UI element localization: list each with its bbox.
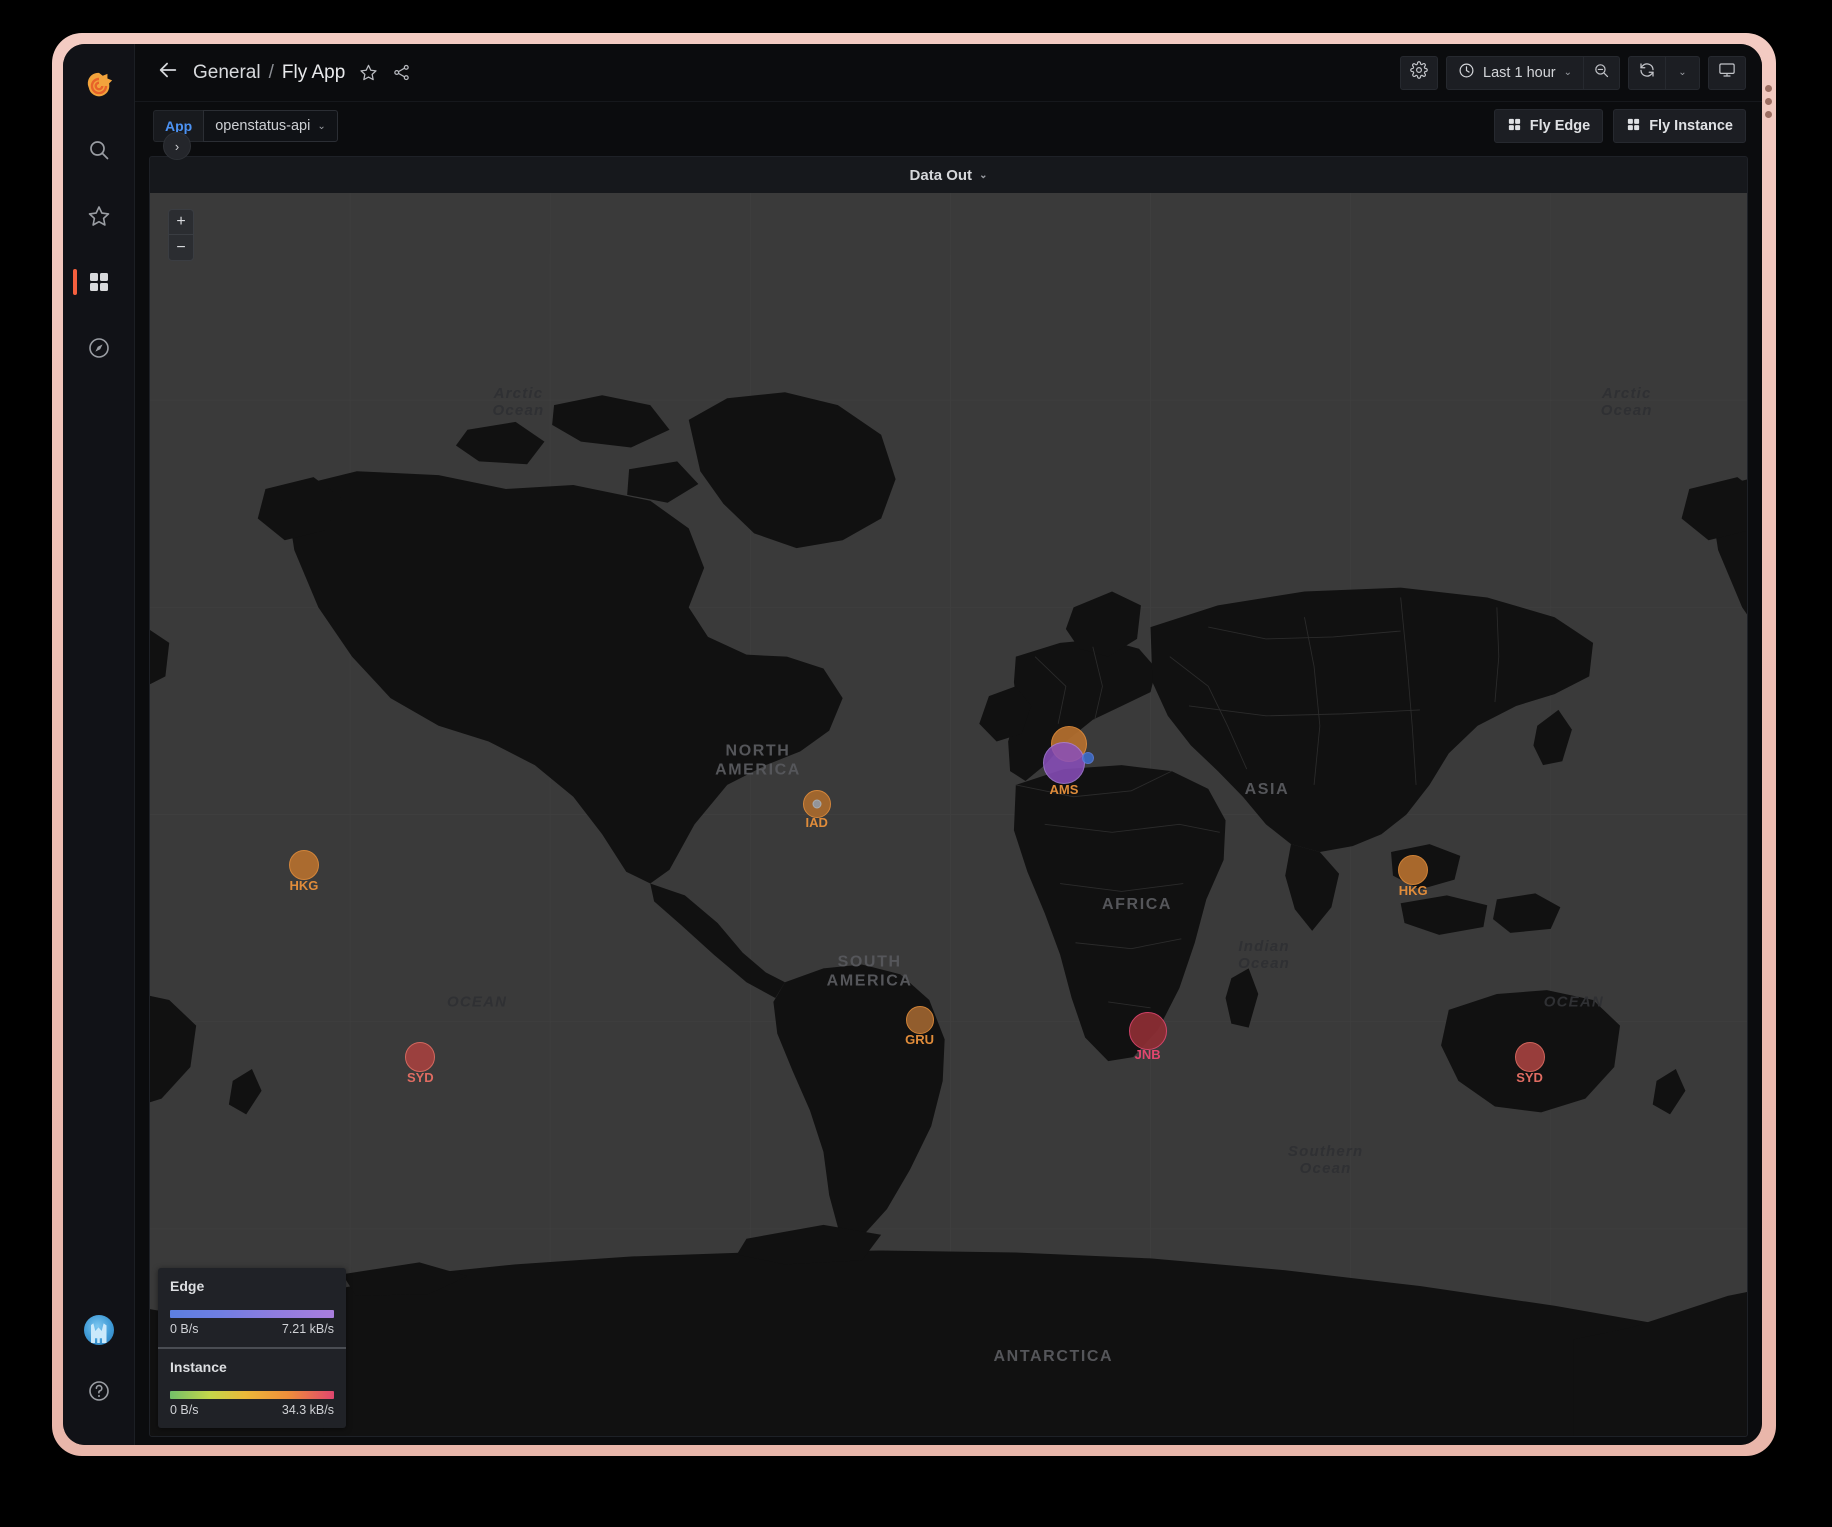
clock-icon: [1458, 62, 1475, 83]
sidebar-item-help[interactable]: [75, 1367, 123, 1415]
search-icon: [87, 138, 111, 162]
marker-inner-dot: [812, 799, 821, 808]
compass-icon: [87, 336, 111, 360]
link-fly-instance[interactable]: Fly Instance: [1613, 109, 1746, 143]
variable-app-value: openstatus-api: [215, 118, 310, 134]
legend-gradient-bar: [170, 1310, 334, 1318]
map-zoom-out-button[interactable]: −: [169, 235, 193, 260]
dashboards-grid-icon: [1626, 117, 1641, 136]
monitor-icon: [1718, 61, 1736, 84]
chevron-down-icon: ⌄: [1564, 67, 1572, 78]
map-zoom-in-button[interactable]: +: [169, 210, 193, 235]
variables-bar: App openstatus-api ⌄ F: [135, 102, 1762, 150]
legend-title: Edge: [170, 1278, 334, 1294]
map-marker-GRU[interactable]: [906, 1006, 934, 1034]
breadcrumb-folder[interactable]: General: [193, 62, 261, 84]
world-map-graticule: [150, 193, 1747, 1436]
legend-min: 0 B/s: [170, 1322, 199, 1336]
main-content: General / Fly App: [135, 44, 1762, 1445]
zoom-out-icon: [1593, 62, 1610, 84]
avatar[interactable]: [84, 1315, 114, 1345]
map-marker-JNB[interactable]: [1129, 1012, 1167, 1050]
chevron-down-icon: ⌄: [1678, 67, 1686, 78]
refresh-button[interactable]: [1628, 56, 1666, 90]
device-frame: › General / Fly App: [52, 33, 1776, 1456]
chevron-down-icon: ⌄: [979, 170, 987, 181]
panel-title: Data Out: [910, 167, 973, 184]
time-range-picker[interactable]: Last 1 hour ⌄: [1446, 56, 1584, 90]
sidebar: [63, 44, 135, 1445]
legend-gradient-bar: [170, 1391, 334, 1399]
panel-title-menu[interactable]: Data Out ⌄: [150, 157, 1747, 193]
panel-data-out: Data Out ⌄: [149, 156, 1748, 1437]
topbar: General / Fly App: [135, 44, 1762, 102]
link-fly-edge-label: Fly Edge: [1530, 118, 1590, 134]
refresh-interval-dropdown[interactable]: ⌄: [1666, 56, 1700, 90]
map-marker-AMS-small[interactable]: [1082, 752, 1094, 764]
grafana-logo[interactable]: [75, 62, 123, 110]
sidebar-item-dashboards[interactable]: [75, 258, 123, 306]
legend-section-edge: Edge 0 B/s 7.21 kB/s: [158, 1268, 346, 1347]
topbar-actions: Last 1 hour ⌄: [1400, 56, 1746, 90]
geomap[interactable]: + − Arctic OceanArctic OceanNORTH AMERIC…: [150, 193, 1747, 1436]
breadcrumb-separator: /: [269, 62, 274, 84]
legend-range: 0 B/s 7.21 kB/s: [170, 1322, 334, 1336]
share-nodes-icon[interactable]: [392, 63, 411, 82]
dashboards-grid-icon: [87, 270, 111, 294]
sidebar-item-bookmarks[interactable]: [75, 192, 123, 240]
legend-max: 7.21 kB/s: [282, 1322, 334, 1336]
star-icon: [87, 204, 111, 228]
dashboard-links: Fly Edge Fly Instance: [1494, 109, 1746, 143]
favorite-star-button[interactable]: [359, 63, 378, 82]
kiosk-mode-button[interactable]: [1708, 56, 1746, 90]
link-fly-edge[interactable]: Fly Edge: [1494, 109, 1603, 143]
map-marker-SYD-west[interactable]: [405, 1042, 435, 1072]
help-circle-icon: [87, 1379, 111, 1403]
zoom-out-time-button[interactable]: [1584, 56, 1620, 90]
refresh-icon: [1638, 61, 1656, 84]
sidebar-expand-button[interactable]: ›: [163, 132, 191, 160]
sidebar-item-explore[interactable]: [75, 324, 123, 372]
time-controls: Last 1 hour ⌄: [1446, 56, 1620, 90]
legend-max: 34.3 kB/s: [282, 1403, 334, 1417]
back-button[interactable]: [153, 58, 183, 88]
map-marker-HKG-west[interactable]: [289, 850, 319, 880]
legend-range: 0 B/s 34.3 kB/s: [170, 1403, 334, 1417]
frame-side-dots: [1765, 85, 1772, 118]
link-fly-instance-label: Fly Instance: [1649, 118, 1733, 134]
variable-app-select[interactable]: openstatus-api ⌄: [203, 110, 338, 142]
sidebar-item-search[interactable]: [75, 126, 123, 174]
map-legend: Edge 0 B/s 7.21 kB/s Instance 0 B/s 34.3 kB/s: [158, 1268, 346, 1428]
legend-min: 0 B/s: [170, 1403, 199, 1417]
legend-title: Instance: [170, 1359, 334, 1375]
dashboard-settings-button[interactable]: [1400, 56, 1438, 90]
map-zoom-controls: + −: [168, 209, 194, 261]
map-marker-SYD-east[interactable]: [1515, 1042, 1545, 1072]
breadcrumb-dashboard[interactable]: Fly App: [282, 62, 345, 84]
dashboards-grid-icon: [1507, 117, 1522, 136]
legend-section-instance: Instance 0 B/s 34.3 kB/s: [158, 1347, 346, 1428]
chevron-right-icon: ›: [175, 139, 179, 154]
arrow-left-icon: [157, 59, 179, 86]
refresh-controls: ⌄: [1628, 56, 1700, 90]
time-range-label: Last 1 hour: [1483, 65, 1556, 81]
gear-icon: [1410, 61, 1428, 84]
chevron-down-icon: ⌄: [317, 121, 325, 132]
map-marker-HKG-east[interactable]: [1398, 855, 1428, 885]
map-marker-IAD[interactable]: [803, 790, 831, 818]
screen: › General / Fly App: [63, 44, 1762, 1445]
breadcrumb: General / Fly App: [193, 62, 411, 84]
map-marker-AMS-edge[interactable]: [1043, 742, 1085, 784]
